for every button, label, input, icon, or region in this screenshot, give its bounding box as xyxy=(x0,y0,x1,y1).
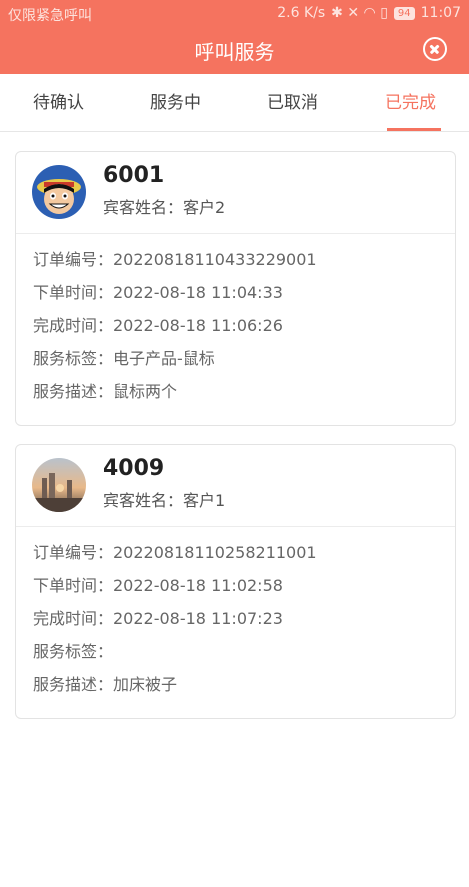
room-number: 4009 xyxy=(103,456,165,481)
clock: 11:07 xyxy=(420,5,461,21)
tab-cancelled[interactable]: 已取消 xyxy=(234,74,351,132)
guest-name: 宾客姓名：客户1 xyxy=(103,491,226,510)
header-bar: 仅限紧急呼叫 2.6 K/s ✱ ✕ ◠ ▯ 94 11:07 呼叫服务 xyxy=(0,0,469,74)
status-bar: 仅限紧急呼叫 2.6 K/s ✱ ✕ ◠ ▯ 94 11:07 xyxy=(0,0,469,28)
service-tag: 服务标签： xyxy=(33,642,114,661)
status-indicators: 2.6 K/s ✱ ✕ ◠ ▯ 94 11:07 xyxy=(277,5,461,21)
network-speed: 2.6 K/s xyxy=(277,5,326,21)
service-tag: 服务标签：电子产品-鼠标 xyxy=(33,349,215,368)
page-title: 呼叫服务 xyxy=(194,40,275,64)
guest-name: 宾客姓名：客户2 xyxy=(103,198,226,217)
tab-in-service[interactable]: 服务中 xyxy=(117,74,234,132)
room-number: 6001 xyxy=(103,163,165,188)
completion-time: 完成时间：2022-08-18 11:07:23 xyxy=(33,609,283,628)
close-icon[interactable] xyxy=(423,37,447,61)
active-tab-indicator xyxy=(387,128,441,131)
order-number: 订单编号：20220818110433229001 xyxy=(33,250,317,269)
avatar xyxy=(32,165,86,219)
service-description: 服务描述：加床被子 xyxy=(33,675,178,694)
order-card[interactable]: 4009 宾客姓名：客户1 订单编号：20220818110258211001 … xyxy=(15,444,456,719)
order-card[interactable]: 6001 宾客姓名：客户2 订单编号：20220818110433229001 … xyxy=(15,151,456,426)
tab-pending[interactable]: 待确认 xyxy=(0,74,117,132)
order-card-header: 6001 宾客姓名：客户2 xyxy=(16,152,455,234)
avatar xyxy=(32,458,86,512)
order-details: 订单编号：20220818110258211001 下单时间：2022-08-1… xyxy=(16,527,455,706)
service-description: 服务描述：鼠标两个 xyxy=(33,382,178,401)
order-time: 下单时间：2022-08-18 11:02:58 xyxy=(33,576,283,595)
order-number: 订单编号：20220818110258211001 xyxy=(33,543,317,562)
system-icons: ✱ ✕ ◠ ▯ xyxy=(331,5,388,21)
tab-completed[interactable]: 已完成 xyxy=(352,74,469,132)
battery-icon: 94 xyxy=(393,6,415,20)
order-details: 订单编号：20220818110433229001 下单时间：2022-08-1… xyxy=(16,234,455,413)
completion-time: 完成时间：2022-08-18 11:06:26 xyxy=(33,316,283,335)
order-card-header: 4009 宾客姓名：客户1 xyxy=(16,445,455,527)
emergency-call-text: 仅限紧急呼叫 xyxy=(8,8,92,24)
tab-bar: 待确认 服务中 已取消 已完成 xyxy=(0,74,469,132)
order-time: 下单时间：2022-08-18 11:04:33 xyxy=(33,283,283,302)
